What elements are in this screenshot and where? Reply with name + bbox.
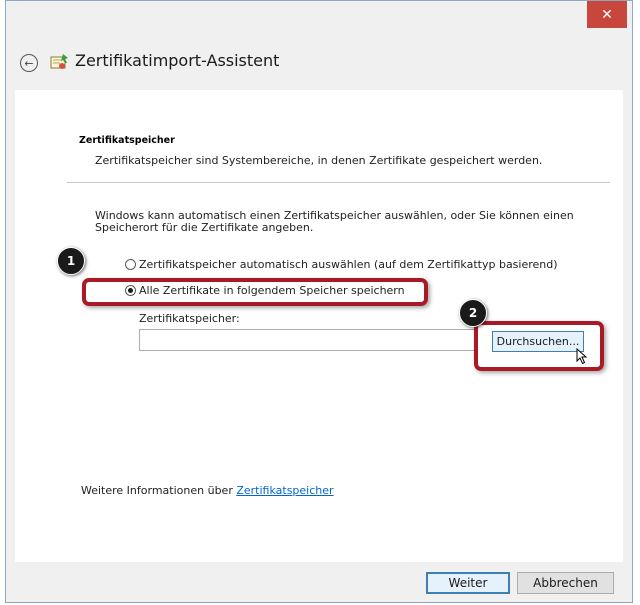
- back-arrow-icon: ←: [24, 56, 34, 70]
- wizard-header: ← Zertifikatimport-Assistent: [6, 39, 632, 89]
- section-heading: Zertifikatspeicher: [79, 135, 175, 146]
- radio-button[interactable]: [125, 259, 136, 270]
- section-description: Zertifikatspeicher sind Systembereiche, …: [95, 154, 543, 167]
- section-divider: [67, 182, 610, 183]
- intro-line-2: Speicherort für die Zertifikate angeben.: [95, 221, 314, 234]
- back-button[interactable]: ←: [20, 54, 38, 72]
- annotation-highlight-browse: [474, 321, 604, 371]
- store-label: Zertifikatspeicher:: [139, 312, 240, 325]
- radio-auto-select-store[interactable]: Zertifikatspeicher automatisch auswählen…: [125, 258, 558, 271]
- wizard-title: Zertifikatimport-Assistent: [75, 51, 280, 70]
- close-button[interactable]: ✕: [587, 1, 627, 28]
- next-button[interactable]: Weiter: [426, 572, 510, 594]
- wizard-footer: Weiter Abbrechen: [6, 562, 632, 603]
- close-icon: ✕: [601, 6, 613, 23]
- more-info-prefix: Weitere Informationen über: [81, 484, 237, 497]
- more-info-text: Weitere Informationen über Zertifikatspe…: [81, 484, 334, 497]
- annotation-badge-1: 1: [57, 247, 85, 275]
- certificate-store-link[interactable]: Zertifikatspeicher: [236, 484, 333, 497]
- cancel-button[interactable]: Abbrechen: [517, 572, 614, 594]
- intro-text: Windows kann automatisch einen Zertifika…: [95, 210, 605, 234]
- certificate-store-field[interactable]: [139, 329, 475, 351]
- certificate-wizard-icon: [50, 54, 68, 69]
- annotation-highlight-option: [82, 278, 428, 306]
- radio-label[interactable]: Zertifikatspeicher automatisch auswählen…: [139, 258, 558, 271]
- title-bar: ✕: [6, 1, 632, 39]
- annotation-badge-2: 2: [459, 299, 487, 327]
